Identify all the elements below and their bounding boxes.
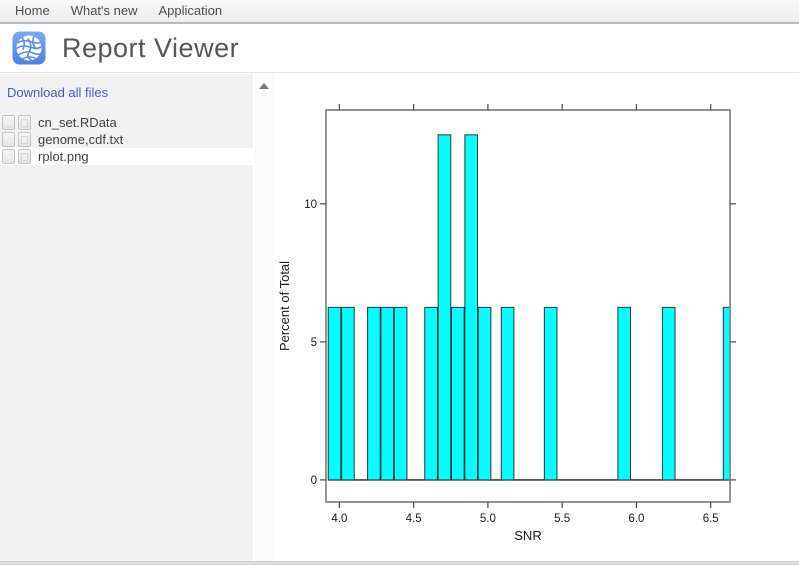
svg-text:0: 0 — [311, 475, 317, 487]
copy-file-button[interactable]: C — [2, 115, 15, 130]
menu-item-whats-new[interactable]: What's new — [71, 0, 138, 22]
document-file-button[interactable] — [18, 149, 31, 164]
svg-text:4.0: 4.0 — [331, 513, 347, 525]
file-sidebar: Download all files C cn_set.RData C geno… — [0, 74, 253, 561]
document-file-button[interactable] — [18, 115, 31, 130]
svg-text:6.5: 6.5 — [703, 513, 719, 525]
menu-item-application[interactable]: Application — [158, 0, 222, 22]
svg-text:4.5: 4.5 — [406, 513, 422, 525]
snr-histogram-chart: 4.0 4.5 5.0 5.5 6.0 6.5 0 5 10 SNR Percent of Tota… — [277, 104, 736, 543]
file-name: cn_set.RData — [38, 115, 117, 130]
menu-item-home[interactable]: Home — [15, 0, 50, 22]
bottom-strip — [0, 561, 799, 565]
document-file-button[interactable] — [18, 132, 31, 147]
svg-text:6.0: 6.0 — [628, 513, 644, 525]
document-icon — [21, 153, 28, 161]
y-axis-label: Percent of Total — [277, 261, 292, 351]
file-row-rplot[interactable]: C rplot.png — [0, 148, 253, 165]
copy-file-button[interactable]: C — [2, 132, 15, 147]
content-area: Download all files C cn_set.RData C geno… — [0, 74, 799, 561]
download-all-files-link[interactable]: Download all files — [7, 85, 108, 100]
histogram-bars — [327, 134, 731, 481]
file-row-genome-cdf[interactable]: C genome,cdf.txt — [0, 131, 253, 148]
x-axis-label: SNR — [514, 528, 541, 543]
top-menu-bar: Home What's new Application — [0, 0, 799, 24]
app-header: Report Viewer — [0, 24, 799, 73]
svg-text:5.5: 5.5 — [554, 513, 570, 525]
document-icon — [21, 119, 28, 127]
document-icon — [21, 136, 28, 144]
svg-text:5.0: 5.0 — [480, 513, 496, 525]
file-name: rplot.png — [38, 149, 89, 164]
brain-logo-icon — [12, 31, 46, 65]
svg-text:5: 5 — [311, 337, 317, 349]
file-name: genome,cdf.txt — [38, 132, 124, 147]
svg-text:10: 10 — [304, 199, 317, 211]
copy-file-button[interactable]: C — [2, 149, 15, 164]
page-title: Report Viewer — [62, 32, 240, 63]
scroll-up-arrow-icon[interactable] — [259, 83, 269, 89]
report-preview-pane: 4.0 4.5 5.0 5.5 6.0 6.5 0 5 10 SNR Percent of Tota… — [273, 74, 799, 561]
file-row-cn-set[interactable]: C cn_set.RData — [0, 114, 253, 131]
sidebar-scrollbar[interactable] — [253, 74, 273, 561]
